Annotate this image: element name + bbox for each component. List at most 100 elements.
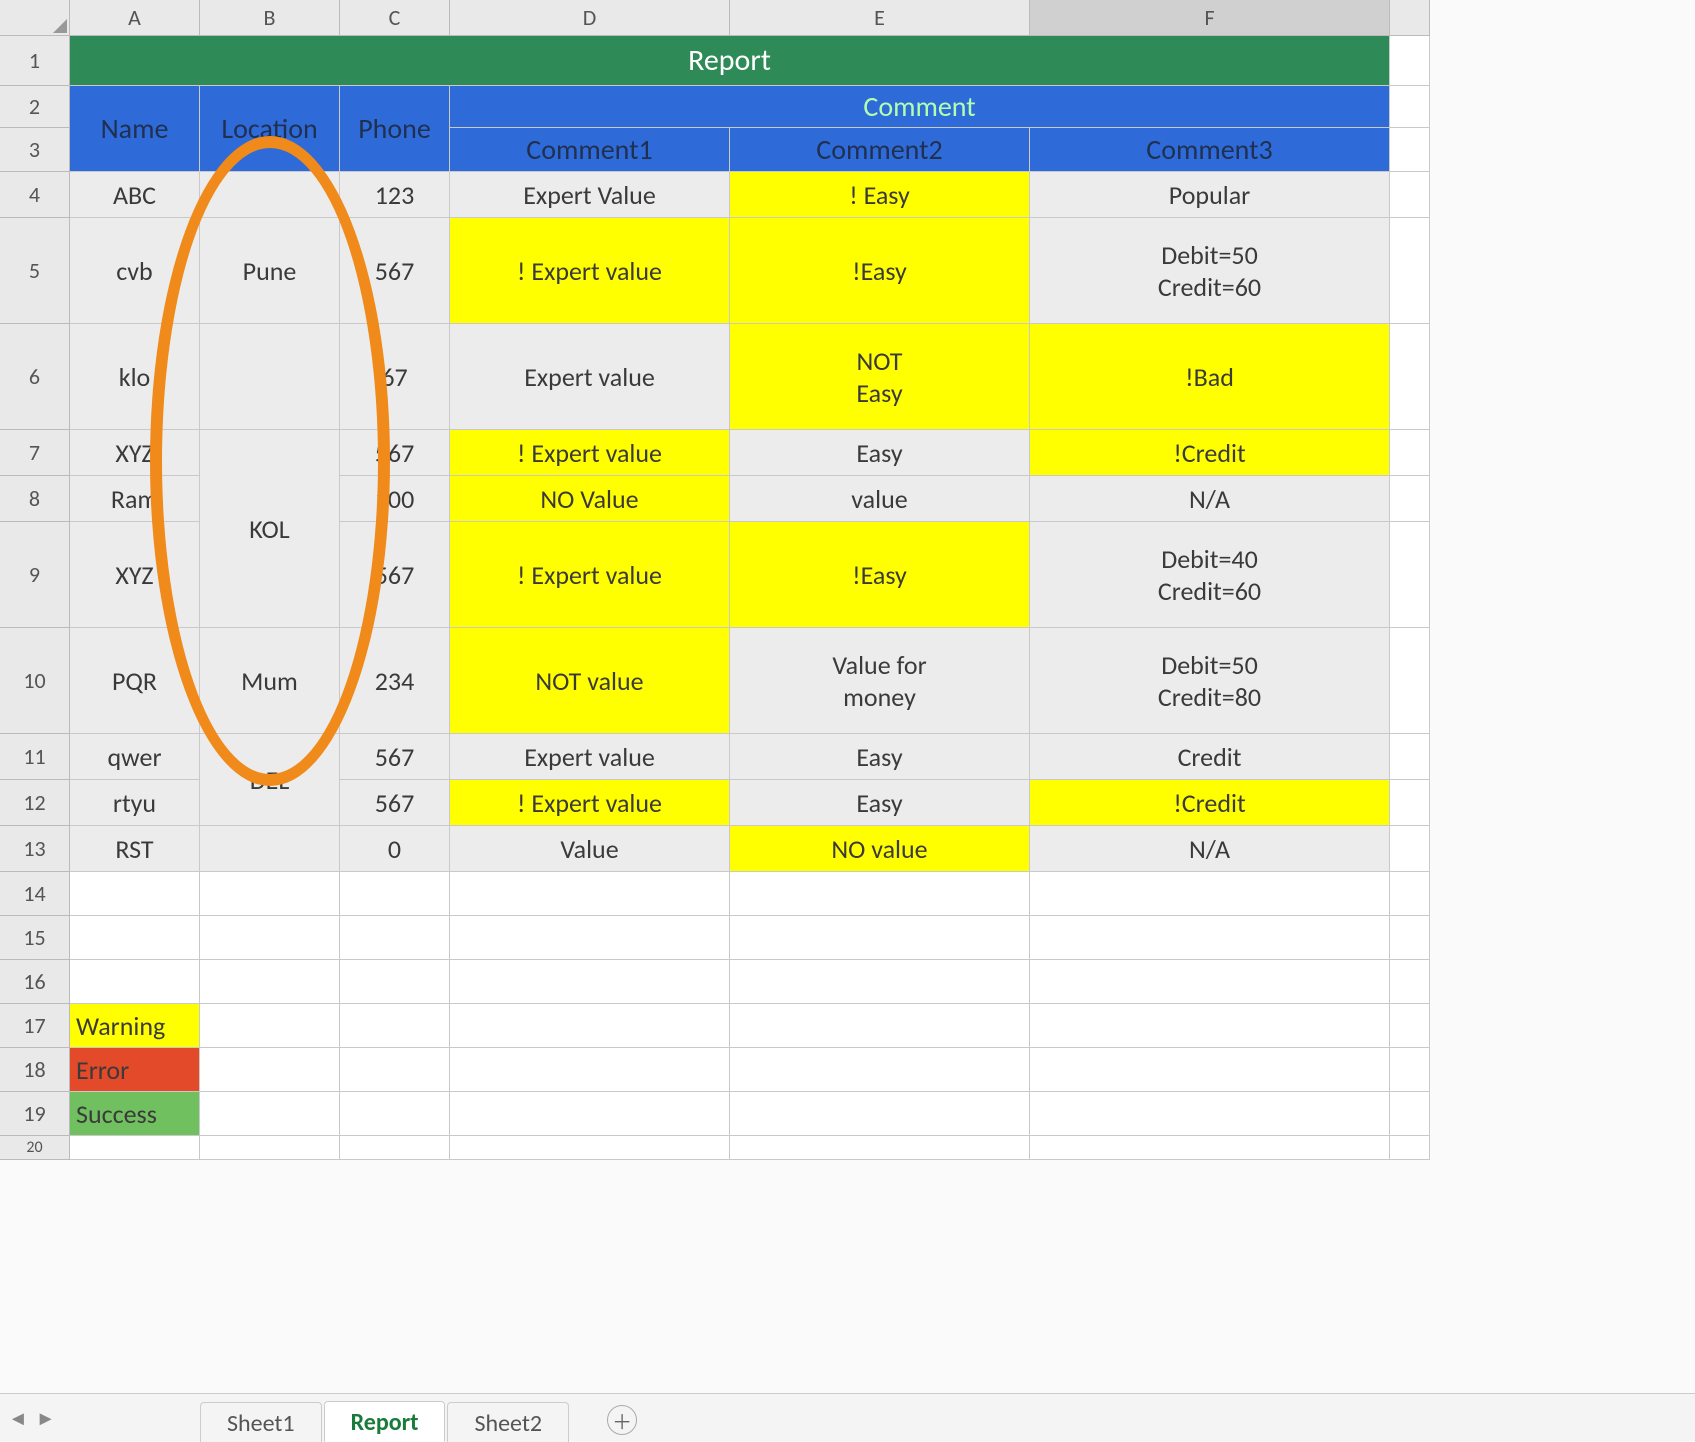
header-phone[interactable]: Phone bbox=[340, 86, 450, 172]
cell[interactable] bbox=[1390, 476, 1430, 522]
cell[interactable] bbox=[340, 1092, 450, 1136]
header-name[interactable]: Name bbox=[70, 86, 200, 172]
cell[interactable] bbox=[1390, 1092, 1430, 1136]
row-header[interactable]: 11 bbox=[0, 734, 70, 780]
row-header[interactable]: 5 bbox=[0, 218, 70, 324]
cell[interactable] bbox=[1390, 734, 1430, 780]
cell[interactable] bbox=[1390, 522, 1430, 628]
row-header[interactable]: 12 bbox=[0, 780, 70, 826]
cell-comment3[interactable]: Popular bbox=[1030, 172, 1390, 218]
cell[interactable] bbox=[1390, 430, 1430, 476]
cell[interactable] bbox=[450, 1136, 730, 1160]
col-header-C[interactable]: C bbox=[340, 0, 450, 36]
row-header[interactable]: 6 bbox=[0, 324, 70, 430]
row-header[interactable]: 10 bbox=[0, 628, 70, 734]
cell-comment1[interactable]: NO Value bbox=[450, 476, 730, 522]
cell-comment3[interactable]: !Credit bbox=[1030, 430, 1390, 476]
cell[interactable] bbox=[450, 1004, 730, 1048]
cell-comment2[interactable]: Value for money bbox=[730, 628, 1030, 734]
cell-phone[interactable]: 567 bbox=[340, 218, 450, 324]
legend-success[interactable]: Success bbox=[70, 1092, 200, 1136]
row-header[interactable]: 9 bbox=[0, 522, 70, 628]
cell-comment2[interactable]: Easy bbox=[730, 780, 1030, 826]
cell-comment2[interactable]: !Easy bbox=[730, 522, 1030, 628]
row-header[interactable]: 20 bbox=[0, 1136, 70, 1160]
cell-name[interactable]: ABC bbox=[70, 172, 200, 218]
cell[interactable] bbox=[1030, 1048, 1390, 1092]
cell[interactable] bbox=[1390, 1136, 1430, 1160]
cell-phone[interactable]: 567 bbox=[340, 734, 450, 780]
cell[interactable] bbox=[730, 916, 1030, 960]
cell-comment1[interactable]: NOT value bbox=[450, 628, 730, 734]
legend-error[interactable]: Error bbox=[70, 1048, 200, 1092]
cell[interactable] bbox=[1030, 1092, 1390, 1136]
cell[interactable] bbox=[1030, 1004, 1390, 1048]
cell[interactable] bbox=[450, 916, 730, 960]
cell-location[interactable] bbox=[200, 826, 340, 872]
cell[interactable] bbox=[340, 1048, 450, 1092]
cell[interactable] bbox=[1030, 872, 1390, 916]
cell[interactable] bbox=[1390, 128, 1430, 172]
cell[interactable] bbox=[200, 960, 340, 1004]
cell-phone[interactable]: 100 bbox=[340, 476, 450, 522]
cell-location[interactable] bbox=[200, 172, 340, 218]
cell-comment2[interactable]: Easy bbox=[730, 734, 1030, 780]
cell-name[interactable]: XYZ bbox=[70, 522, 200, 628]
cell[interactable] bbox=[70, 960, 200, 1004]
cell-comment2[interactable]: NOT Easy bbox=[730, 324, 1030, 430]
cell[interactable] bbox=[340, 872, 450, 916]
cell[interactable] bbox=[1390, 826, 1430, 872]
cell[interactable] bbox=[730, 960, 1030, 1004]
cell-comment2[interactable]: Easy bbox=[730, 430, 1030, 476]
cell-phone[interactable]: 567 bbox=[340, 522, 450, 628]
cell-comment3[interactable]: Credit bbox=[1030, 734, 1390, 780]
row-header[interactable]: 7 bbox=[0, 430, 70, 476]
row-header[interactable]: 2 bbox=[0, 86, 70, 128]
cell[interactable] bbox=[1390, 1048, 1430, 1092]
col-header-extra[interactable] bbox=[1390, 0, 1430, 36]
cell[interactable] bbox=[1390, 86, 1430, 128]
cell[interactable] bbox=[1390, 780, 1430, 826]
cell-name[interactable]: qwer bbox=[70, 734, 200, 780]
cell[interactable] bbox=[1030, 960, 1390, 1004]
row-header[interactable]: 8 bbox=[0, 476, 70, 522]
cell-comment3[interactable]: Debit=50 Credit=60 bbox=[1030, 218, 1390, 324]
row-header[interactable]: 19 bbox=[0, 1092, 70, 1136]
cell[interactable] bbox=[730, 1004, 1030, 1048]
cell[interactable] bbox=[200, 1048, 340, 1092]
cell[interactable] bbox=[200, 1004, 340, 1048]
cell[interactable] bbox=[1390, 1004, 1430, 1048]
cell[interactable] bbox=[1390, 172, 1430, 218]
cell[interactable] bbox=[1390, 218, 1430, 324]
cell[interactable] bbox=[730, 1048, 1030, 1092]
cell-comment3[interactable]: N/A bbox=[1030, 826, 1390, 872]
cell[interactable] bbox=[1390, 36, 1430, 86]
cell-location[interactable]: Pune bbox=[200, 218, 340, 324]
sheet-tab-sheet2[interactable]: Sheet2 bbox=[447, 1402, 569, 1442]
tab-nav-next-icon[interactable]: ► bbox=[36, 1407, 56, 1431]
col-header-A[interactable]: A bbox=[70, 0, 200, 36]
cell[interactable] bbox=[70, 872, 200, 916]
cell[interactable] bbox=[730, 1136, 1030, 1160]
header-location[interactable]: Location bbox=[200, 86, 340, 172]
cell-comment3[interactable]: N/A bbox=[1030, 476, 1390, 522]
cell-phone[interactable]: 123 bbox=[340, 172, 450, 218]
cell[interactable] bbox=[340, 916, 450, 960]
cell-comment2[interactable]: value bbox=[730, 476, 1030, 522]
cell-name[interactable]: klo bbox=[70, 324, 200, 430]
cell-phone[interactable]: 67 bbox=[340, 324, 450, 430]
cell-phone[interactable]: 567 bbox=[340, 430, 450, 476]
cell-comment2[interactable]: NO value bbox=[730, 826, 1030, 872]
cell-comment2[interactable]: !Easy bbox=[730, 218, 1030, 324]
cell[interactable] bbox=[200, 916, 340, 960]
col-header-D[interactable]: D bbox=[450, 0, 730, 36]
col-header-B[interactable]: B bbox=[200, 0, 340, 36]
cell-name[interactable]: Ram bbox=[70, 476, 200, 522]
cell-name[interactable]: rtyu bbox=[70, 780, 200, 826]
cell-name[interactable]: RST bbox=[70, 826, 200, 872]
cell-comment1[interactable]: ! Expert value bbox=[450, 218, 730, 324]
grid-area[interactable]: 1Report23NameLocationPhoneCommentComment… bbox=[0, 36, 1695, 1393]
cell[interactable] bbox=[730, 872, 1030, 916]
cell-name[interactable]: cvb bbox=[70, 218, 200, 324]
cell[interactable] bbox=[1390, 324, 1430, 430]
